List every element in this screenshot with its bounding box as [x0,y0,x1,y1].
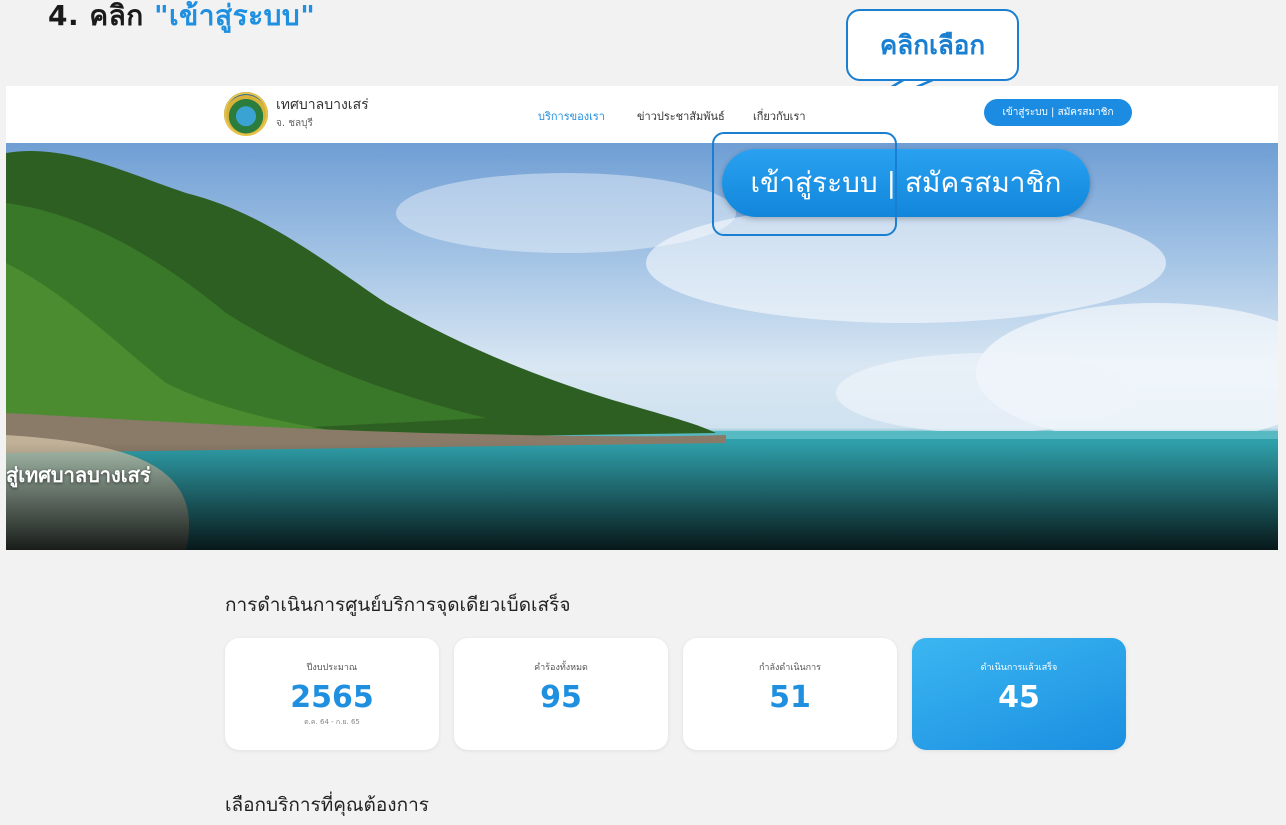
step-instruction-highlight: "เข้าสู่ระบบ" [153,0,316,32]
brand-subtitle: จ. ชลบุรี [276,118,313,129]
callout-bubble: คลิกเลือก [846,9,1019,81]
stat-note: ต.ค. 64 - ก.ย. 65 [304,718,360,726]
nav-services[interactable]: บริการของเรา [538,107,605,125]
main-content: การดำเนินการศูนย์บริการจุดเดียวเบ็ดเสร็จ… [6,550,1278,825]
nav-news[interactable]: ข่าวประชาสัมพันธ์ [637,107,725,125]
header-login-button[interactable]: เข้าสู่ระบบ | สมัครสมาชิก [984,99,1132,126]
stats-section-title: การดำเนินการศูนย์บริการจุดเดียวเบ็ดเสร็จ [225,594,571,616]
hero-beach-image [6,151,1278,550]
stat-label: ปีงบประมาณ [306,663,358,673]
login-highlight-frame [712,132,897,236]
site-header: เทศบาลบางเสร่ จ. ชลบุรี บริการของเรา ข่า… [6,86,1278,143]
nav-about[interactable]: เกี่ยวกับเรา [753,107,806,125]
stat-label: คำร้องทั้งหมด [534,663,588,673]
stat-label: ดำเนินการแล้วเสร็จ [980,663,1058,673]
stat-card-in-progress[interactable]: กำลังดำเนินการ 51 [683,638,897,750]
stat-value: 51 [769,680,811,715]
stat-card-total-requests[interactable]: คำร้องทั้งหมด 95 [454,638,668,750]
stat-card-fiscal-year[interactable]: ปีงบประมาณ 2565 ต.ค. 64 - ก.ย. 65 [225,638,439,750]
step-instruction: 4. คลิก "เข้าสู่ระบบ" [48,0,315,38]
hero-banner: เข้าสู่ระบบ | สมัครสมาชิก สู่เทศบาลบางเส… [6,143,1278,550]
brand-name[interactable]: เทศบาลบางเสร่ [276,94,369,116]
step-instruction-prefix: 4. คลิก [48,0,154,32]
stat-card-completed[interactable]: ดำเนินการแล้วเสร็จ 45 [912,638,1126,750]
callout-text: คลิกเลือก [879,30,986,61]
municipality-logo[interactable] [224,92,268,136]
stat-value: 2565 [290,680,374,715]
hero-caption: สู่เทศบาลบางเสร่ [6,463,151,487]
stat-label: กำลังดำเนินการ [758,663,822,673]
stat-value: 95 [540,680,582,715]
stat-value: 45 [998,680,1040,715]
services-section-title: เลือกบริการที่คุณต้องการ [225,794,429,816]
